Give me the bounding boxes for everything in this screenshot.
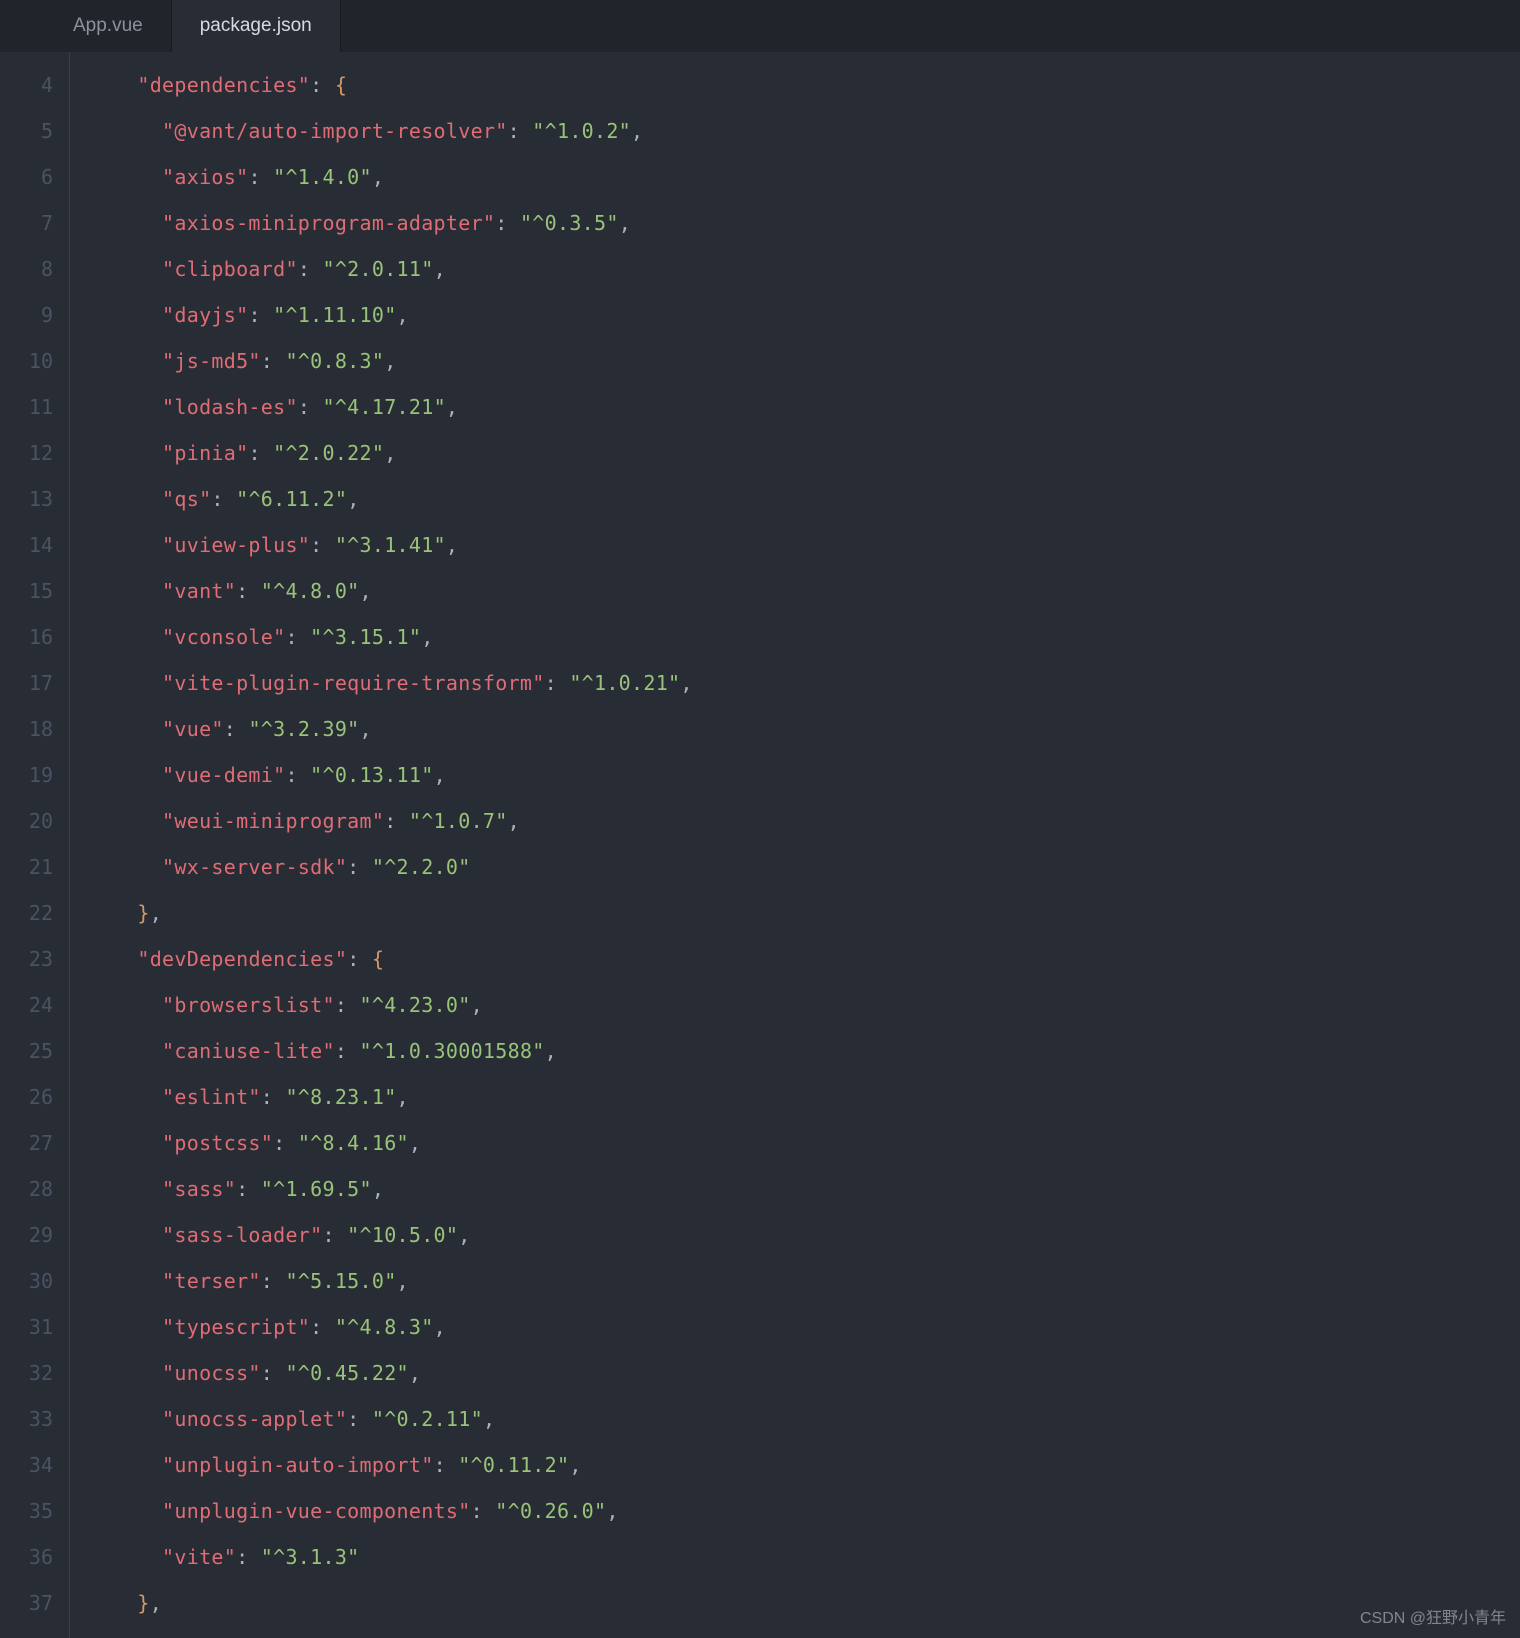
code-line[interactable]: "vite-plugin-require-transform": "^1.0.2…	[88, 660, 1520, 706]
code-line[interactable]: "typescript": "^4.8.3",	[88, 1304, 1520, 1350]
code-line[interactable]: "eslint": "^8.23.1",	[88, 1074, 1520, 1120]
line-number: 14	[0, 522, 53, 568]
line-number: 6	[0, 154, 53, 200]
code-line[interactable]: "sass": "^1.69.5",	[88, 1166, 1520, 1212]
code-line[interactable]: "vite": "^3.1.3"	[88, 1534, 1520, 1580]
code-line[interactable]: "dayjs": "^1.11.10",	[88, 292, 1520, 338]
line-number: 13	[0, 476, 53, 522]
line-number: 25	[0, 1028, 53, 1074]
line-number: 37	[0, 1580, 53, 1626]
tab-app-vue[interactable]: App.vue	[45, 0, 172, 52]
code-line[interactable]: "vant": "^4.8.0",	[88, 568, 1520, 614]
line-number: 8	[0, 246, 53, 292]
line-number: 4	[0, 62, 53, 108]
code-line[interactable]: "terser": "^5.15.0",	[88, 1258, 1520, 1304]
tab-package-json[interactable]: package.json	[172, 0, 341, 52]
line-number: 9	[0, 292, 53, 338]
line-number: 23	[0, 936, 53, 982]
line-number: 28	[0, 1166, 53, 1212]
line-number: 17	[0, 660, 53, 706]
line-number: 29	[0, 1212, 53, 1258]
line-number: 26	[0, 1074, 53, 1120]
line-number: 33	[0, 1396, 53, 1442]
code-line[interactable]: "lodash-es": "^4.17.21",	[88, 384, 1520, 430]
line-number: 30	[0, 1258, 53, 1304]
code-line[interactable]: "unplugin-vue-components": "^0.26.0",	[88, 1488, 1520, 1534]
tab-bar: App.vue package.json	[0, 0, 1520, 52]
code-line[interactable]: "axios": "^1.4.0",	[88, 154, 1520, 200]
code-line[interactable]: "unocss-applet": "^0.2.11",	[88, 1396, 1520, 1442]
line-number: 12	[0, 430, 53, 476]
code-line[interactable]: },	[88, 1580, 1520, 1626]
line-number: 24	[0, 982, 53, 1028]
code-editor[interactable]: 4567891011121314151617181920212223242526…	[0, 52, 1520, 1638]
code-line[interactable]: },	[88, 890, 1520, 936]
code-line[interactable]: "caniuse-lite": "^1.0.30001588",	[88, 1028, 1520, 1074]
line-number: 20	[0, 798, 53, 844]
line-number: 16	[0, 614, 53, 660]
line-number: 31	[0, 1304, 53, 1350]
code-line[interactable]: "qs": "^6.11.2",	[88, 476, 1520, 522]
line-number: 36	[0, 1534, 53, 1580]
line-number: 22	[0, 890, 53, 936]
code-line[interactable]: "pinia": "^2.0.22",	[88, 430, 1520, 476]
code-line[interactable]: "uview-plus": "^3.1.41",	[88, 522, 1520, 568]
code-line[interactable]: "vue-demi": "^0.13.11",	[88, 752, 1520, 798]
code-line[interactable]: "weui-miniprogram": "^1.0.7",	[88, 798, 1520, 844]
line-number: 27	[0, 1120, 53, 1166]
code-line[interactable]: "postcss": "^8.4.16",	[88, 1120, 1520, 1166]
line-number: 35	[0, 1488, 53, 1534]
code-line[interactable]: "@vant/auto-import-resolver": "^1.0.2",	[88, 108, 1520, 154]
code-line[interactable]: "wx-server-sdk": "^2.2.0"	[88, 844, 1520, 890]
code-content[interactable]: "dependencies": { "@vant/auto-import-res…	[70, 52, 1520, 1638]
code-line[interactable]: "axios-miniprogram-adapter": "^0.3.5",	[88, 200, 1520, 246]
code-line[interactable]: "unplugin-auto-import": "^0.11.2",	[88, 1442, 1520, 1488]
line-number: 15	[0, 568, 53, 614]
line-number: 18	[0, 706, 53, 752]
code-line[interactable]: "clipboard": "^2.0.11",	[88, 246, 1520, 292]
code-line[interactable]: "browserslist": "^4.23.0",	[88, 982, 1520, 1028]
line-number: 10	[0, 338, 53, 384]
line-number: 19	[0, 752, 53, 798]
code-line[interactable]: "sass-loader": "^10.5.0",	[88, 1212, 1520, 1258]
code-line[interactable]: "vconsole": "^3.15.1",	[88, 614, 1520, 660]
code-line[interactable]: "unocss": "^0.45.22",	[88, 1350, 1520, 1396]
line-number: 21	[0, 844, 53, 890]
line-number: 7	[0, 200, 53, 246]
line-number-gutter: 4567891011121314151617181920212223242526…	[0, 52, 70, 1638]
code-line[interactable]: "dependencies": {	[88, 62, 1520, 108]
line-number: 32	[0, 1350, 53, 1396]
watermark: CSDN @狂野小青年	[1360, 1604, 1506, 1628]
code-line[interactable]: "vue": "^3.2.39",	[88, 706, 1520, 752]
code-line[interactable]: "js-md5": "^0.8.3",	[88, 338, 1520, 384]
line-number: 34	[0, 1442, 53, 1488]
line-number: 5	[0, 108, 53, 154]
line-number: 11	[0, 384, 53, 430]
code-line[interactable]: "devDependencies": {	[88, 936, 1520, 982]
